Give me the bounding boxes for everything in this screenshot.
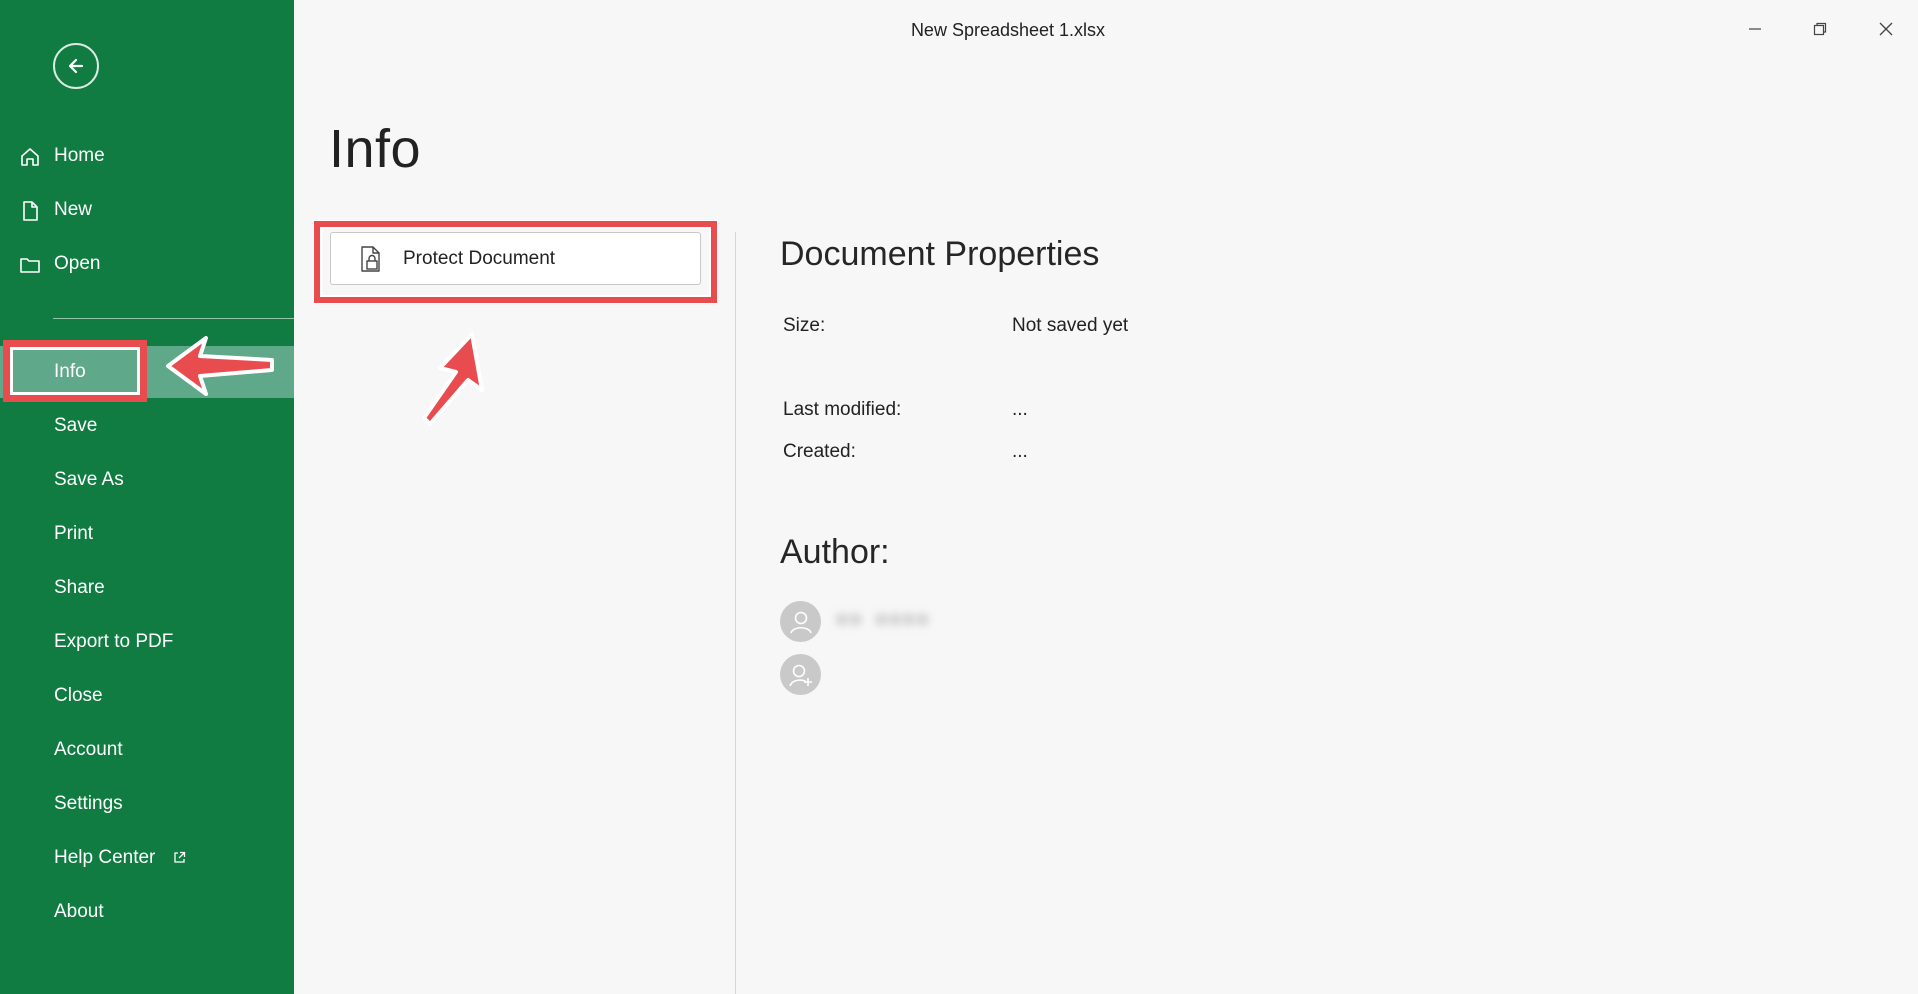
- document-properties-heading: Document Properties: [780, 235, 1100, 273]
- sidebar-item-label: Print: [54, 523, 94, 544]
- folder-icon: [20, 258, 40, 273]
- restore-button[interactable]: [1800, 14, 1840, 44]
- sidebar-item-close[interactable]: Close: [0, 670, 294, 722]
- window-title: New Spreadsheet 1.xlsx: [910, 20, 1106, 40]
- minimize-button[interactable]: [1735, 14, 1775, 44]
- page-title: Info: [329, 119, 422, 179]
- add-person-icon: [788, 664, 812, 686]
- sidebar-item-home[interactable]: Home: [0, 130, 294, 182]
- sidebar-item-label: Open: [54, 253, 101, 274]
- sidebar-item-about[interactable]: About: [0, 886, 294, 938]
- external-link-icon: [174, 852, 185, 864]
- user-icon: [789, 611, 812, 633]
- home-icon: [21, 148, 39, 166]
- sidebar-item-print[interactable]: Print: [0, 508, 294, 560]
- minimize-icon: [1749, 28, 1761, 30]
- author-avatar: [780, 601, 821, 642]
- sidebar-item-account[interactable]: Account: [0, 724, 294, 776]
- sidebar-item-save[interactable]: Save: [0, 400, 294, 452]
- sidebar-item-export-pdf[interactable]: Export to PDF: [0, 616, 294, 668]
- sidebar-item-label: Share: [54, 577, 105, 598]
- arrow-to-info-icon: [166, 336, 274, 396]
- last-modified-label: Last modified:: [783, 399, 902, 420]
- arrow-to-protect-icon: [422, 332, 484, 426]
- section-divider: [735, 232, 736, 994]
- author-heading: Author:: [780, 533, 890, 571]
- last-modified-value: ...: [1012, 399, 1028, 420]
- sidebar-item-label: Home: [54, 145, 105, 166]
- sidebar-item-label: Close: [54, 685, 103, 706]
- sidebar-item-help-center[interactable]: Help Center: [0, 832, 294, 884]
- size-label: Size:: [783, 315, 826, 336]
- sidebar-item-label: Settings: [54, 793, 123, 814]
- back-button[interactable]: [53, 43, 99, 89]
- backstage-sidebar: Home New Open Info Save Save As Print Sh…: [0, 0, 294, 994]
- close-icon: [1879, 22, 1893, 36]
- sidebar-item-settings[interactable]: Settings: [0, 778, 294, 830]
- sidebar-item-label: Help Center: [54, 847, 156, 868]
- info-highlight-box: [3, 340, 147, 402]
- sidebar-divider: [53, 318, 294, 319]
- created-value: ...: [1012, 441, 1028, 462]
- sidebar-item-open[interactable]: Open: [0, 238, 294, 290]
- arrow-left-icon: [68, 58, 84, 74]
- sidebar-item-label: New: [54, 199, 93, 220]
- author-name: •• ••••: [838, 607, 933, 632]
- sidebar-item-label: Save: [54, 415, 98, 436]
- add-author-button[interactable]: [780, 654, 821, 695]
- sidebar-item-share[interactable]: Share: [0, 562, 294, 614]
- sidebar-item-label: Save As: [54, 469, 124, 490]
- protect-highlight-box: [314, 221, 717, 303]
- sidebar-item-label: About: [54, 901, 104, 922]
- new-file-icon: [23, 201, 38, 221]
- sidebar-item-new[interactable]: New: [0, 184, 294, 236]
- sidebar-item-save-as[interactable]: Save As: [0, 454, 294, 506]
- restore-icon: [1813, 22, 1827, 36]
- size-value: Not saved yet: [1012, 315, 1129, 336]
- close-window-button[interactable]: [1866, 14, 1906, 44]
- sidebar-item-label: Export to PDF: [54, 631, 174, 652]
- created-label: Created:: [783, 441, 856, 462]
- sidebar-item-label: Account: [54, 739, 123, 760]
